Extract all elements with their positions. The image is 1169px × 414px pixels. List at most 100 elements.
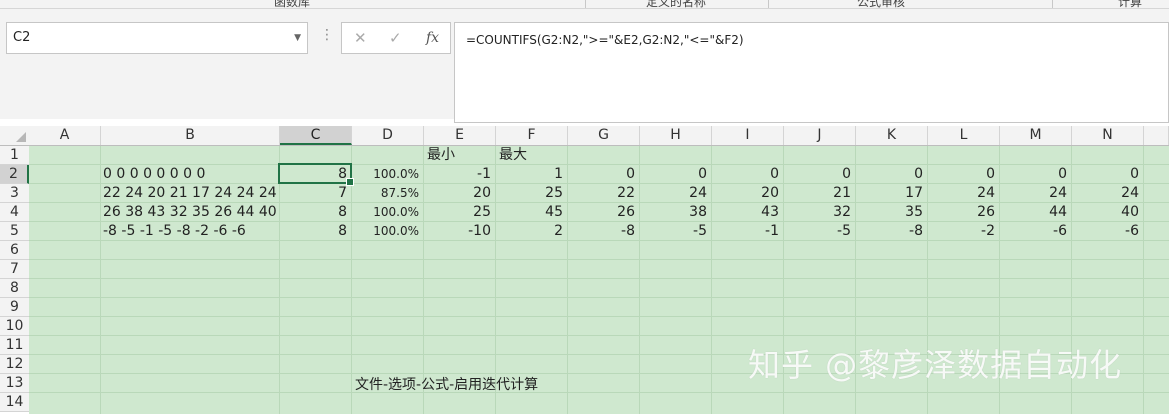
cell-d2[interactable]: 100.0% — [351, 165, 423, 184]
note-text: 文件-选项-公式-启用迭代计算 — [355, 377, 539, 393]
column-header-d[interactable]: D — [352, 126, 424, 145]
row-header-7[interactable]: 7 — [0, 260, 29, 279]
cell-f4[interactable]: 45 — [495, 203, 567, 222]
gridline — [29, 297, 1169, 298]
formula-bar: C2 ▼ ⋮ ✕ ✓ fx =COUNTIFS(G2:N2,">="&E2,G2… — [0, 9, 1169, 123]
row-header-9[interactable]: 9 — [0, 298, 29, 317]
cell-k2[interactable]: 0 — [855, 165, 927, 184]
cell-h2[interactable]: 0 — [639, 165, 711, 184]
cell-g4[interactable]: 26 — [567, 203, 639, 222]
column-header-a[interactable]: A — [29, 126, 101, 145]
row-header-14[interactable]: 14 — [0, 393, 29, 412]
cell-i3[interactable]: 20 — [711, 184, 783, 203]
ribbon-group-labels: 函数库 定义的名称 公式审核 计算 — [0, 0, 1169, 9]
cell-d3[interactable]: 87.5% — [351, 184, 423, 203]
cell-b4[interactable]: 26 38 43 32 35 26 44 40 — [101, 203, 279, 222]
column-header-i[interactable]: I — [712, 126, 784, 145]
cell-h5[interactable]: -5 — [639, 222, 711, 241]
cell-f5[interactable]: 2 — [495, 222, 567, 241]
cell-g2[interactable]: 0 — [567, 165, 639, 184]
column-header-c[interactable]: C — [280, 126, 352, 145]
cell-l4[interactable]: 26 — [927, 203, 999, 222]
cell-e3[interactable]: 20 — [423, 184, 495, 203]
cell-d5[interactable]: 100.0% — [351, 222, 423, 241]
column-header-n[interactable]: N — [1072, 126, 1144, 145]
cell-j5[interactable]: -5 — [783, 222, 855, 241]
column-header-l[interactable]: L — [928, 126, 1000, 145]
row-header-13[interactable]: 13 — [0, 374, 29, 393]
column-header-f[interactable]: F — [496, 126, 568, 145]
cell-n3[interactable]: 24 — [1071, 184, 1143, 203]
cell-f3[interactable]: 25 — [495, 184, 567, 203]
cell-m4[interactable]: 44 — [999, 203, 1071, 222]
column-header-e[interactable]: E — [424, 126, 496, 145]
chevron-down-icon[interactable]: ▼ — [294, 23, 301, 53]
watermark: 知乎 @黎彦泽数据自动化 — [748, 346, 1123, 384]
cell-l3[interactable]: 24 — [927, 184, 999, 203]
row-header-10[interactable]: 10 — [0, 317, 29, 336]
cell-c4[interactable]: 8 — [279, 203, 351, 222]
cell-j3[interactable]: 21 — [783, 184, 855, 203]
cell-k5[interactable]: -8 — [855, 222, 927, 241]
cell-i2[interactable]: 0 — [711, 165, 783, 184]
column-header-o[interactable] — [1144, 126, 1169, 145]
cell-b3[interactable]: 22 24 20 21 17 24 24 24 — [101, 184, 279, 203]
cell-i5[interactable]: -1 — [711, 222, 783, 241]
formula-input[interactable]: =COUNTIFS(G2:N2,">="&E2,G2:N2,"<="&F2) — [454, 22, 1169, 123]
select-all-icon — [16, 132, 26, 142]
cell-j4[interactable]: 32 — [783, 203, 855, 222]
name-box[interactable]: C2 ▼ — [6, 22, 308, 54]
cell-e1[interactable]: 最小 — [425, 146, 495, 165]
cell-i4[interactable]: 43 — [711, 203, 783, 222]
cell-g3[interactable]: 22 — [567, 184, 639, 203]
cell-m3[interactable]: 24 — [999, 184, 1071, 203]
cell-k3[interactable]: 17 — [855, 184, 927, 203]
cancel-icon[interactable]: ✕ — [354, 23, 367, 53]
cell-n4[interactable]: 40 — [1071, 203, 1143, 222]
cell-g5[interactable]: -8 — [567, 222, 639, 241]
column-header-k[interactable]: K — [856, 126, 928, 145]
row-header-3[interactable]: 3 — [0, 184, 29, 203]
cell-e5[interactable]: -10 — [423, 222, 495, 241]
row-header-6[interactable]: 6 — [0, 241, 29, 260]
column-header-m[interactable]: M — [1000, 126, 1072, 145]
column-header-h[interactable]: H — [640, 126, 712, 145]
row-header-8[interactable]: 8 — [0, 279, 29, 298]
column-header-g[interactable]: G — [568, 126, 640, 145]
gridline — [29, 335, 1169, 336]
cell-f1[interactable]: 最大 — [497, 146, 567, 165]
insert-function-icon[interactable]: fx — [426, 23, 439, 53]
row-header-1[interactable]: 1 — [0, 146, 29, 165]
cell-n5[interactable]: -6 — [1071, 222, 1143, 241]
cell-m5[interactable]: -6 — [999, 222, 1071, 241]
row-header-12[interactable]: 12 — [0, 355, 29, 374]
cell-h3[interactable]: 24 — [639, 184, 711, 203]
row-header-11[interactable]: 11 — [0, 336, 29, 355]
row-header-2[interactable]: 2 — [0, 165, 29, 184]
select-all-button[interactable] — [0, 126, 29, 145]
gridline — [29, 392, 1169, 393]
cell-e2[interactable]: -1 — [423, 165, 495, 184]
cell-n2[interactable]: 0 — [1071, 165, 1143, 184]
cell-k4[interactable]: 35 — [855, 203, 927, 222]
cell-l5[interactable]: -2 — [927, 222, 999, 241]
cell-e4[interactable]: 25 — [423, 203, 495, 222]
column-header-b[interactable]: B — [101, 126, 280, 145]
cell-c5[interactable]: 8 — [279, 222, 351, 241]
row-header-4[interactable]: 4 — [0, 203, 29, 222]
cell-j2[interactable]: 0 — [783, 165, 855, 184]
cell-m2[interactable]: 0 — [999, 165, 1071, 184]
active-cell-selection[interactable] — [278, 163, 354, 186]
enter-icon[interactable]: ✓ — [389, 23, 402, 53]
cell-f2[interactable]: 1 — [495, 165, 567, 184]
cell-c3[interactable]: 7 — [279, 184, 351, 203]
cell-l2[interactable]: 0 — [927, 165, 999, 184]
cell-b2[interactable]: 0 0 0 0 0 0 0 0 — [101, 165, 279, 184]
cell-d4[interactable]: 100.0% — [351, 203, 423, 222]
column-header-j[interactable]: J — [784, 126, 856, 145]
row-header-5[interactable]: 5 — [0, 222, 29, 241]
drag-handle-icon[interactable]: ⋮ — [320, 27, 334, 43]
cell-h4[interactable]: 38 — [639, 203, 711, 222]
fill-handle[interactable] — [346, 178, 354, 186]
cell-b5[interactable]: -8 -5 -1 -5 -8 -2 -6 -6 — [101, 222, 279, 241]
